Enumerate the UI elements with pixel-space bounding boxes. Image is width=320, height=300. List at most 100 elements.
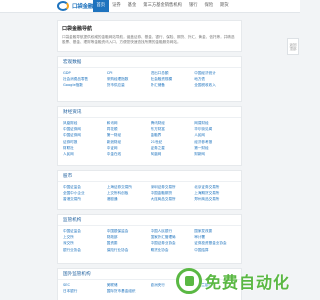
link-item[interactable]: CPI xyxy=(107,71,149,76)
link-item[interactable]: 郑州商品交易所 xyxy=(194,197,236,202)
section-title: 监管机构 xyxy=(58,215,241,226)
link-item[interactable]: 凤凰财经 xyxy=(63,121,105,126)
link-item[interactable]: 第一财经 xyxy=(194,146,236,151)
link-item[interactable]: 深交所 xyxy=(63,241,105,246)
intro-text: 口袋金融导航提供权威的金融网站导航，涵盖证券、基金、银行、保险、期货、外汇、黄金… xyxy=(62,35,235,45)
link-item[interactable]: 国家外汇管理局 xyxy=(151,235,193,240)
link-item[interactable]: 国家发改委 xyxy=(194,229,236,234)
link-grid: GDP CPI 进出口总额 中国经济统计 社会消费品零售 采购经理指数 社会融资… xyxy=(58,68,241,89)
link-item[interactable]: 上交所科创板 xyxy=(107,191,149,196)
link-item[interactable]: 财新网 xyxy=(194,152,236,157)
link-item[interactable]: 新浪财经 xyxy=(107,140,149,145)
link-item[interactable]: 东方财富 xyxy=(151,127,193,132)
link-item[interactable]: 中金在线 xyxy=(107,152,149,157)
link-item[interactable]: 网易财经 xyxy=(194,121,236,126)
link-item[interactable]: 审计署 xyxy=(194,235,236,240)
link-item[interactable]: 中国证监会 xyxy=(63,229,105,234)
link-item[interactable]: 货币供应量 xyxy=(107,83,149,88)
watermark-overlay: 免费自动化 xyxy=(176,263,294,299)
link-item[interactable]: 中国证券网 xyxy=(63,127,105,132)
link-item[interactable]: 中国银保监会 xyxy=(107,229,149,234)
link-item[interactable]: 美联储 xyxy=(107,283,149,288)
link-item[interactable]: 社会消费品零售 xyxy=(63,77,105,82)
link-item[interactable]: 外汇储备 xyxy=(151,83,193,88)
link-item[interactable]: 港股通 xyxy=(107,197,149,202)
section-finance-news: 财经资讯 凤凰财经 和讯网 腾讯财经 网易财经 中国证券网 同花顺 东方财富 华… xyxy=(57,106,242,166)
back-to-top-label-2: 顶部 xyxy=(289,46,297,51)
link-item[interactable]: 财政部 xyxy=(107,235,149,240)
link-item[interactable]: 中国经济统计 xyxy=(194,71,236,76)
link-item[interactable]: 中国证监会 xyxy=(63,185,105,190)
link-item[interactable]: 同花顺 xyxy=(107,127,149,132)
link-item[interactable]: 国资委 xyxy=(107,241,149,246)
link-item[interactable]: 证券时报 xyxy=(63,140,105,145)
link-item[interactable]: 全国税收收入 xyxy=(194,83,236,88)
link-item[interactable]: 经济参考报 xyxy=(194,140,236,145)
link-item[interactable]: 中国证券业协会 xyxy=(151,241,193,246)
link-item[interactable]: 中证网 xyxy=(107,146,149,151)
link-item[interactable]: 人民网 xyxy=(194,133,236,138)
link-item[interactable]: 中国证券网 xyxy=(63,133,105,138)
link-item[interactable]: 大连商品交易所 xyxy=(151,197,193,202)
link-item[interactable]: 深圳证券交易所 xyxy=(151,185,193,190)
link-item[interactable]: SEC xyxy=(63,283,105,288)
logo-icon xyxy=(57,1,71,11)
section-regulators: 监管机构 中国证监会 中国银保监会 中国人民银行 国家发改委 上交所 财政部 国… xyxy=(57,214,242,264)
main-nav: 首页 证券 基金 第三方基金销售机构 银行 保险 期货 xyxy=(93,0,232,12)
link-item[interactable]: 银行业协会 xyxy=(63,248,105,253)
link-grid: 中国证监会 上海证券交易所 深圳证券交易所 北京证券交易所 全国中小企业 上交所… xyxy=(58,182,241,203)
nav-item-futures[interactable]: 期货 xyxy=(217,0,233,12)
link-item[interactable]: 中国金融期货 xyxy=(151,191,193,196)
site-logo[interactable]: 口袋金融 xyxy=(57,1,93,11)
link-item[interactable]: 华尔街见闻 xyxy=(194,127,236,132)
logo-text: 口袋金融 xyxy=(72,4,94,10)
link-item[interactable]: 采购经理指数 xyxy=(107,77,149,82)
link-item[interactable]: 香港交易所 xyxy=(63,197,105,202)
section-stock-market: 股市 中国证监会 上海证券交易所 深圳证券交易所 北京证券交易所 全国中小企业 … xyxy=(57,170,242,210)
link-item[interactable]: 人民网 xyxy=(63,152,105,157)
link-item[interactable]: 保险行业协会 xyxy=(107,248,149,253)
link-item[interactable]: 证券之星 xyxy=(151,146,193,151)
link-grid: 凤凰财经 和讯网 腾讯财经 网易财经 中国证券网 同花顺 东方财富 华尔街见闻 … xyxy=(58,118,241,157)
link-grid: 中国证监会 中国银保监会 中国人民银行 国家发改委 上交所 财政部 国家外汇管理… xyxy=(58,226,241,253)
intro-title: 口袋金融导航 xyxy=(62,26,93,32)
link-item[interactable]: 证券投资基金业协会 xyxy=(194,241,236,246)
section-macro-data: 宏观数据 GDP CPI 进出口总额 中国经济统计 社会消费品零售 采购经理指数… xyxy=(57,56,242,102)
link-item[interactable]: 国际货币基金组织 xyxy=(107,289,149,294)
link-item[interactable]: 和讯网 xyxy=(107,121,149,126)
nav-item-insurance[interactable]: 保险 xyxy=(201,0,217,12)
nav-item-banks[interactable]: 银行 xyxy=(185,0,201,12)
watermark-icon xyxy=(176,268,202,294)
top-navigation-bar: 口袋金融 首页 证券 基金 第三方基金销售机构 银行 保险 期货 xyxy=(0,0,300,13)
link-item[interactable]: 地方债 xyxy=(194,77,236,82)
link-item[interactable]: 21世纪 xyxy=(151,140,193,145)
link-item[interactable]: 中国人民银行 xyxy=(151,229,193,234)
link-item[interactable]: 期货业协会 xyxy=(151,248,193,253)
link-item[interactable]: 北京证券交易所 xyxy=(194,185,236,190)
nav-item-funds[interactable]: 基金 xyxy=(124,0,140,12)
section-title: 股市 xyxy=(58,171,241,182)
link-item[interactable]: 全国中小企业 xyxy=(63,191,105,196)
watermark-text: 免费自动化 xyxy=(205,273,291,292)
back-to-top-button[interactable]: 返回 顶部 xyxy=(287,38,299,55)
link-item[interactable]: 腾讯财经 xyxy=(151,121,193,126)
link-item[interactable]: 第一财经 xyxy=(107,133,149,138)
link-item[interactable]: 上海证券交易所 xyxy=(107,185,149,190)
section-title: 宏观数据 xyxy=(58,57,241,68)
link-item[interactable]: 财联社 xyxy=(63,146,105,151)
nav-item-home[interactable]: 首页 xyxy=(93,0,109,12)
link-item[interactable]: 社会融资规模 xyxy=(151,77,193,82)
link-item[interactable]: 上交所 xyxy=(63,235,105,240)
link-item[interactable]: 金融界 xyxy=(151,133,193,138)
link-item[interactable]: Google指数 xyxy=(63,83,105,88)
link-item[interactable]: 凤凰网 xyxy=(151,152,193,157)
intro-panel: 口袋金融导航 口袋金融导航提供权威的金融网站导航，涵盖证券、基金、银行、保险、期… xyxy=(57,20,242,52)
link-item[interactable]: 上海期货交易所 xyxy=(194,191,236,196)
link-item[interactable]: 中国结算 xyxy=(194,248,236,253)
link-item[interactable]: GDP xyxy=(63,71,105,76)
link-item[interactable]: 日本银行 xyxy=(63,289,105,294)
nav-item-third-party-funds[interactable]: 第三方基金销售机构 xyxy=(140,0,186,12)
nav-item-securities[interactable]: 证券 xyxy=(109,0,125,12)
link-item[interactable]: 进出口总额 xyxy=(151,71,193,76)
section-title: 财经资讯 xyxy=(58,107,241,118)
